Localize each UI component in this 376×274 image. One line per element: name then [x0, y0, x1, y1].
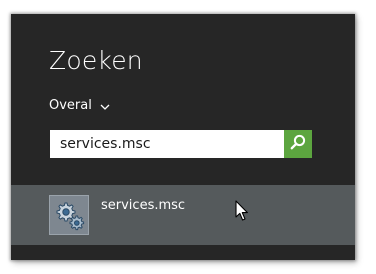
search-result-item[interactable]: services.msc [11, 185, 355, 245]
search-result-label: services.msc [101, 198, 186, 213]
search-pane: Zoeken Overal services.msc services.msc [11, 14, 355, 260]
chevron-down-icon [100, 101, 110, 111]
search-scope-dropdown[interactable]: Overal [49, 96, 110, 116]
pane-title: Zoeken [49, 46, 143, 75]
services-gears-icon [49, 195, 89, 235]
search-button[interactable] [284, 130, 312, 158]
search-input[interactable] [50, 130, 284, 158]
search-scope-label: Overal [49, 98, 92, 113]
search-box [50, 130, 312, 158]
search-icon [289, 133, 307, 155]
